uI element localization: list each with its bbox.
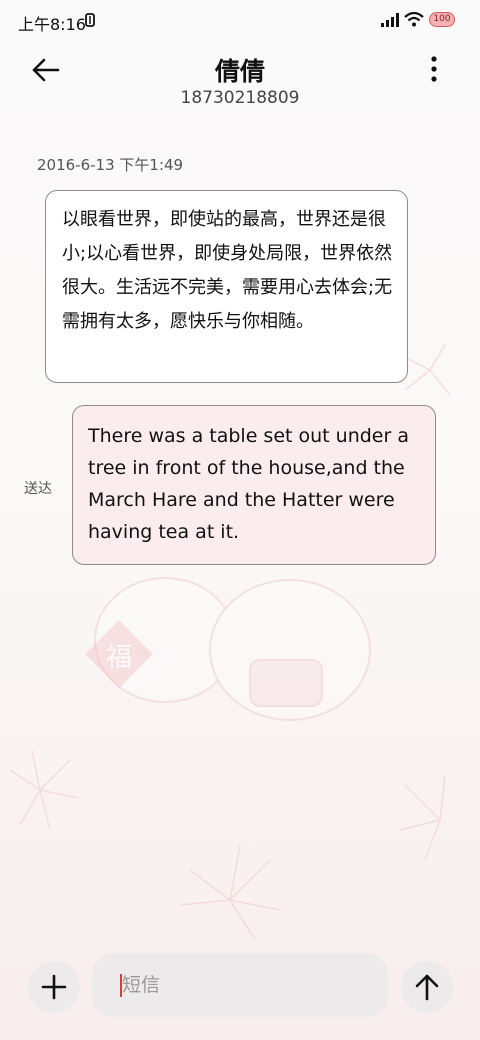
plus-icon	[41, 974, 67, 1000]
battery-indicator: 100	[429, 12, 455, 27]
svg-text:福: 福	[106, 643, 132, 673]
more-vertical-icon	[431, 56, 437, 82]
notification-icon	[85, 13, 95, 27]
more-options-button[interactable]	[424, 54, 444, 84]
contact-name: 倩倩	[214, 57, 265, 86]
incoming-message-bubble[interactable]: 以眼看世界，即使站的最高，世界还是很小;以心看世界，即使身处局限，世界依然很大。…	[45, 190, 408, 383]
text-caret	[120, 974, 122, 997]
status-bar: 上午8:16 100	[0, 0, 480, 40]
arrow-up-icon	[415, 974, 439, 1001]
delivery-status: 送达	[24, 481, 52, 497]
message-input[interactable]: 短信	[92, 953, 388, 1017]
outgoing-message-bubble[interactable]: There was a table set out under a tree i…	[72, 405, 436, 565]
signal-icon	[381, 13, 399, 27]
send-button[interactable]	[401, 961, 453, 1013]
wifi-icon	[404, 12, 424, 27]
message-composer: 短信	[0, 940, 480, 1040]
add-attachment-button[interactable]	[28, 961, 80, 1013]
contact-phone-number: 18730218809	[180, 88, 300, 108]
status-time: 上午8:16	[18, 15, 86, 34]
message-timestamp: 2016-6-13 下午1:49	[37, 156, 184, 174]
conversation-header: 倩倩 18730218809	[0, 40, 480, 120]
